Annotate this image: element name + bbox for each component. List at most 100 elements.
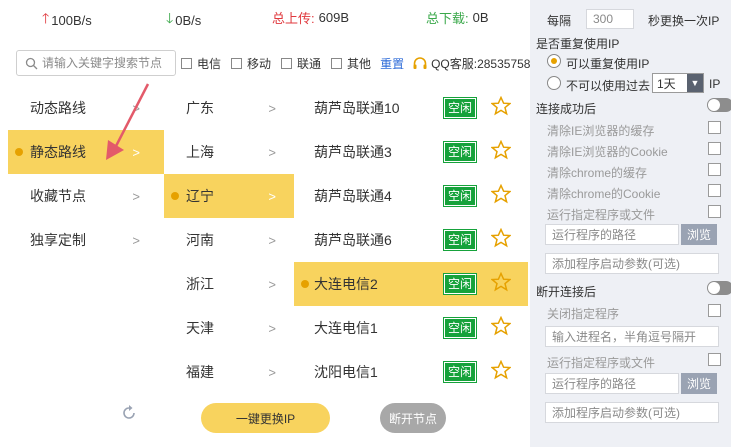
chevron-right-icon: > xyxy=(268,144,276,160)
qq-service[interactable]: QQ客服:2853575843 xyxy=(412,55,544,72)
clear-chrome-cookie-label: 清除chrome的Cookie xyxy=(547,187,661,201)
node-label: 沈阳电信1 xyxy=(314,364,378,380)
filter-other[interactable]: 其他 xyxy=(330,55,371,72)
download-speed: 🡓 0B/s xyxy=(166,8,201,32)
startup-args-input-2[interactable]: 添加程序启动参数(可选) xyxy=(545,402,719,423)
search-icon xyxy=(25,57,38,69)
clear-ie-cookie-label: 清除IE浏览器的Cookie xyxy=(547,145,668,159)
clear-ie-cache-checkbox[interactable] xyxy=(708,121,721,134)
every-label: 每隔 xyxy=(547,14,572,28)
status-badge: 空闲 xyxy=(442,317,478,339)
process-name-input[interactable]: 输入进程名，半角逗号隔开 xyxy=(545,326,719,347)
run-program-label: 运行指定程序或文件 xyxy=(547,208,656,222)
province-item[interactable]: 广东 > xyxy=(164,86,294,130)
node-list: 葫芦岛联通10 空闲 葫芦岛联通3 空闲 葫芦岛联通4 空闲 葫芦岛联通6 空闲 大连电信2 空闲… xyxy=(294,86,528,394)
upload-speed: 🡑 100B/s xyxy=(42,8,92,32)
node-item[interactable]: 葫芦岛联通10 空闲 xyxy=(294,86,528,130)
program-path-input-2[interactable]: 运行程序的路径 xyxy=(545,373,679,394)
node-label: 葫芦岛联通4 xyxy=(314,188,392,204)
favorite-star-icon[interactable] xyxy=(491,96,511,116)
status-badge: 空闲 xyxy=(442,361,478,383)
run-program-after-checkbox[interactable] xyxy=(708,353,721,366)
change-ip-button[interactable]: 一键更换IP xyxy=(201,403,330,433)
checkbox[interactable] xyxy=(281,58,293,69)
reuse-suffix: IP xyxy=(709,77,721,91)
close-program-checkbox[interactable] xyxy=(708,304,721,317)
province-item[interactable]: 辽宁 > xyxy=(164,174,294,218)
node-item[interactable]: 大连电信2 空闲 xyxy=(294,262,528,306)
province-item[interactable]: 河南 > xyxy=(164,218,294,262)
clear-ie-cookie-checkbox[interactable] xyxy=(708,142,721,155)
annotation-arrow-icon xyxy=(106,83,150,160)
favorite-star-icon[interactable] xyxy=(491,272,511,292)
chevron-right-icon: > xyxy=(268,232,276,248)
province-item[interactable]: 上海 > xyxy=(164,130,294,174)
favorite-star-icon[interactable] xyxy=(491,316,511,336)
clear-chrome-cookie-checkbox[interactable] xyxy=(708,184,721,197)
favorite-star-icon[interactable] xyxy=(491,184,511,204)
chevron-right-icon: > xyxy=(268,188,276,204)
after-disconnect-toggle[interactable] xyxy=(707,281,731,295)
chevron-right-icon: > xyxy=(132,232,140,248)
clear-chrome-cache-checkbox[interactable] xyxy=(708,163,721,176)
chevron-down-icon: ▼ xyxy=(687,74,703,92)
node-item[interactable]: 沈阳电信1 空闲 xyxy=(294,350,528,394)
startup-args-input[interactable]: 添加程序启动参数(可选) xyxy=(545,253,719,274)
total-download: 总下载: 0B xyxy=(426,10,489,26)
browse-button-2[interactable]: 浏览 xyxy=(681,373,717,394)
filter-unicom[interactable]: 联通 xyxy=(280,55,321,72)
run-program-checkbox[interactable] xyxy=(708,205,721,218)
node-item[interactable]: 大连电信1 空闲 xyxy=(294,306,528,350)
clear-ie-cache-label: 清除IE浏览器的缓存 xyxy=(547,124,655,138)
chevron-right-icon: > xyxy=(268,276,276,292)
province-item[interactable]: 福建 > xyxy=(164,350,294,394)
province-item[interactable]: 天津 > xyxy=(164,306,294,350)
browse-button[interactable]: 浏览 xyxy=(681,224,717,245)
program-path-input[interactable]: 运行程序的路径 xyxy=(545,224,679,245)
clear-chrome-cache-label: 清除chrome的缓存 xyxy=(547,166,648,180)
arrow-down-icon: 🡓 xyxy=(166,10,174,26)
days-select[interactable]: 1天 ▼ xyxy=(652,73,704,93)
reset-link[interactable]: 重置 xyxy=(380,55,404,72)
disconnect-button[interactable]: 断开节点 xyxy=(380,403,446,433)
node-item[interactable]: 葫芦岛联通4 空闲 xyxy=(294,174,528,218)
filter-telecom[interactable]: 电信 xyxy=(180,55,221,72)
interval-input[interactable]: 300 xyxy=(586,9,634,29)
node-item[interactable]: 葫芦岛联通3 空闲 xyxy=(294,130,528,174)
filter-mobile[interactable]: 移动 xyxy=(230,55,271,72)
refresh-icon[interactable] xyxy=(120,404,138,422)
active-dot xyxy=(301,280,309,288)
reuse-yes-radio[interactable] xyxy=(547,54,561,68)
chevron-right-icon: > xyxy=(268,364,276,380)
favorite-star-icon[interactable] xyxy=(491,360,511,380)
checkbox[interactable] xyxy=(181,58,192,69)
province-item[interactable]: 浙江 > xyxy=(164,262,294,306)
run-program-after-label: 运行指定程序或文件 xyxy=(547,356,656,370)
node-label: 葫芦岛联通6 xyxy=(314,232,392,248)
node-item[interactable]: 葫芦岛联通6 空闲 xyxy=(294,218,528,262)
filter-row: 电信 移动 联通 其他 重置 QQ客服:2853575843 xyxy=(180,55,544,72)
status-badge: 空闲 xyxy=(442,273,478,295)
after-connect-toggle[interactable] xyxy=(707,98,731,112)
status-badge: 空闲 xyxy=(442,141,478,163)
node-label: 大连电信2 xyxy=(314,276,378,292)
active-dot xyxy=(15,148,23,156)
node-label: 大连电信1 xyxy=(314,320,378,336)
search-box[interactable] xyxy=(16,50,176,76)
status-badge: 空闲 xyxy=(442,185,478,207)
arrow-up-icon: 🡑 xyxy=(42,10,50,26)
favorite-star-icon[interactable] xyxy=(491,228,511,248)
category-exclusive[interactable]: 独享定制 > xyxy=(8,218,164,262)
after-disconnect-title: 断开连接后 xyxy=(536,285,597,299)
status-badge: 空闲 xyxy=(442,229,478,251)
reuse-no-label: 不可以使用过去 xyxy=(566,79,651,93)
checkbox[interactable] xyxy=(331,58,343,69)
checkbox[interactable] xyxy=(231,58,243,69)
favorite-star-icon[interactable] xyxy=(491,140,511,160)
after-connect-title: 连接成功后 xyxy=(536,102,597,116)
category-favorites[interactable]: 收藏节点 > xyxy=(8,174,164,218)
search-input[interactable] xyxy=(42,56,170,70)
reuse-no-radio[interactable] xyxy=(547,76,561,90)
reuse-yes-label: 可以重复使用IP xyxy=(566,57,650,71)
every-suffix: 秒更换一次IP xyxy=(648,14,720,28)
